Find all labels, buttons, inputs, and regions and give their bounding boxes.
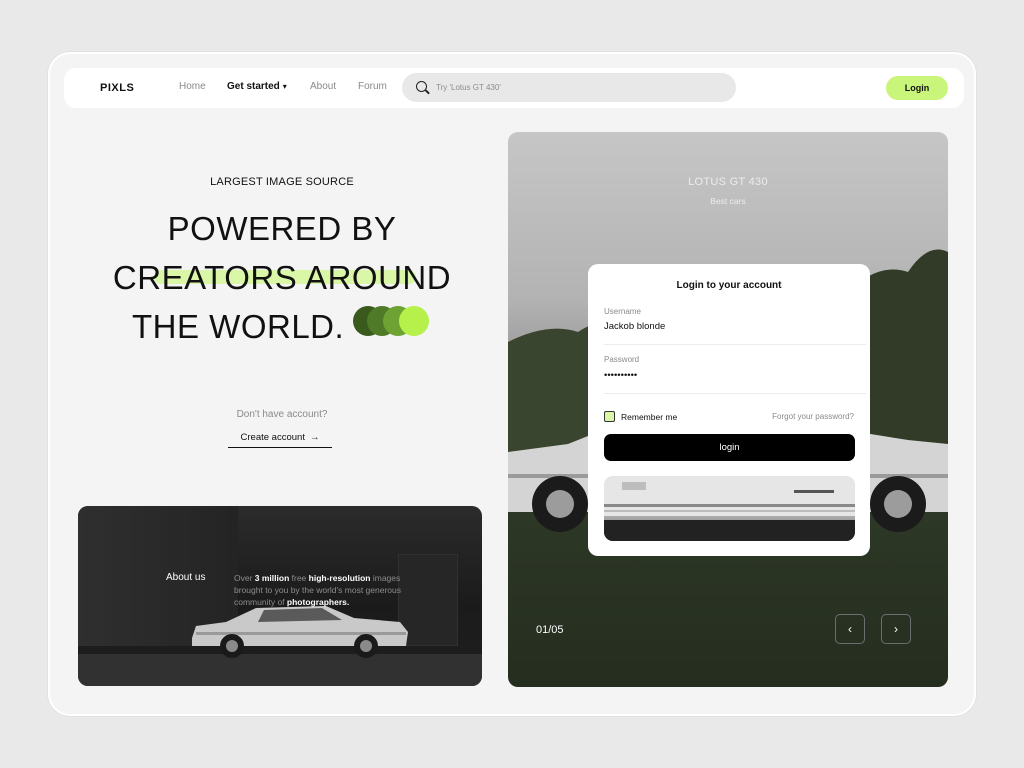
login-submit-button[interactable]: login [604,434,855,461]
signup-question: Don't have account? [236,409,328,420]
login-button[interactable]: Login [886,76,948,100]
top-navbar: PIXLS Home Get started▾ About Forum Logi… [64,68,964,108]
eyebrow-text: LARGEST IMAGE SOURCE [210,176,354,188]
create-account-label: Create account [240,432,305,443]
password-field[interactable] [604,370,834,381]
app-frame: PIXLS Home Get started▾ About Forum Logi… [48,52,976,716]
nav-link-get-started-label: Get started [227,81,280,92]
password-label: Password [604,355,640,364]
about-title: About us [166,572,206,583]
about-description: Over 3 million free high-resolution imag… [234,573,401,607]
about-card: About us Over 3 million free high-resolu… [78,506,482,686]
nav-link-home[interactable]: Home [179,81,206,92]
username-field[interactable] [604,321,834,332]
login-form-panel: Login to your account Username Password … [588,264,870,556]
prev-slide-button[interactable]: ‹ [835,614,865,644]
remember-label: Remember me [621,411,678,422]
car-detail-image [604,476,855,541]
car-model-title: LOTUS GT 430 [688,176,768,188]
nav-link-about[interactable]: About [310,81,336,92]
headline-line-3: THE WORLD. [132,308,345,345]
search-input[interactable] [436,83,716,92]
username-label: Username [604,307,641,316]
divider [604,393,866,394]
car-subtitle: Best cars [710,196,746,206]
remember-me: Remember me [604,411,677,422]
create-account-link[interactable]: Create account → [228,432,332,448]
search-icon [416,80,430,95]
remember-checkbox[interactable] [604,411,615,422]
login-form-title: Login to your account [676,280,782,291]
forgot-password-link[interactable]: Forgot your password? [772,412,854,421]
nav-link-get-started[interactable]: Get started ▾ [227,81,287,92]
nav-link-forum[interactable]: Forum [358,81,387,92]
car-detail-photo [604,476,855,541]
chevron-right-icon: › [894,622,898,636]
arrow-right-icon: → [309,432,320,443]
chevron-left-icon: ‹ [848,622,852,636]
slide-counter: 01/05 [536,624,564,636]
divider [604,344,866,345]
headline-line-1: POWERED BY [167,210,397,247]
headline-line-2: CREATORS AROUND [112,259,452,296]
chevron-down-icon: ▾ [282,82,287,91]
next-slide-button[interactable]: › [881,614,911,644]
headline: POWERED BY CREATORS AROUND THE WORLD. [50,204,514,351]
search-bar[interactable] [402,73,736,102]
logo[interactable]: PIXLS [100,82,134,94]
